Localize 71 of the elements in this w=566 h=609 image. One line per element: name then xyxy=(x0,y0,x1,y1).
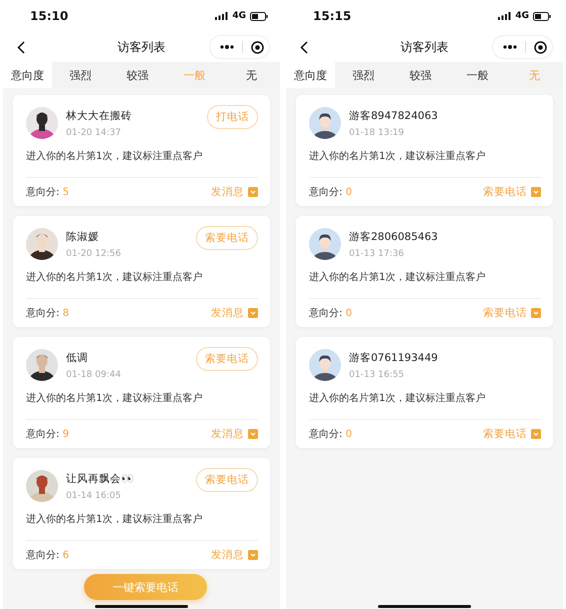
call-button[interactable]: 索要电话 xyxy=(196,468,258,492)
signal-icon xyxy=(215,12,228,20)
call-button[interactable]: 索要电话 xyxy=(196,347,258,371)
footer-action[interactable]: 发消息 xyxy=(211,185,244,199)
capsule-menu[interactable] xyxy=(492,35,553,59)
status-time: 15:10 xyxy=(30,9,68,23)
visit-time: 01-13 17:36 xyxy=(349,248,405,258)
filter-label: 意向度 xyxy=(3,62,52,88)
intent-score: 意向分: 9 xyxy=(26,428,70,441)
filter-tab[interactable]: 较强 xyxy=(109,62,166,88)
visitor-name: 游客8947824063 xyxy=(349,108,439,122)
avatar-icon xyxy=(309,349,341,381)
filter-tab[interactable]: 一般 xyxy=(449,62,506,88)
signal-icon xyxy=(498,12,512,20)
filter-tab[interactable]: 无 xyxy=(506,62,563,88)
intent-score: 意向分: 0 xyxy=(309,306,353,320)
back-icon[interactable] xyxy=(300,40,308,54)
page-title: 访客列表 xyxy=(400,38,450,56)
intent-score: 意向分: 0 xyxy=(309,186,353,199)
more-icon[interactable] xyxy=(220,45,234,49)
footer-action[interactable]: 发消息 xyxy=(211,306,244,320)
visitor-name: 让风再飘会👀 xyxy=(66,472,135,486)
battery-icon xyxy=(250,12,268,20)
visit-message: 进入你的名片第1次，建议标注重点客户 xyxy=(309,393,541,420)
footer-action[interactable]: 发消息 xyxy=(211,427,244,441)
intent-score: 意向分: 8 xyxy=(26,306,70,320)
filter-label: 意向度 xyxy=(286,62,335,88)
visit-time: 01-18 13:19 xyxy=(349,128,405,138)
avatar-icon xyxy=(309,228,341,260)
network-type: 4G xyxy=(232,11,246,21)
call-button[interactable]: 打电话 xyxy=(207,105,258,129)
intent-score: 意向分: 5 xyxy=(26,186,70,199)
filter-tab[interactable]: 较强 xyxy=(392,62,449,88)
visitor-name: 游客2806085463 xyxy=(349,230,439,244)
battery-icon xyxy=(533,12,551,20)
footer-action[interactable]: 发消息 xyxy=(211,548,244,562)
visit-message: 进入你的名片第1次，建议标注重点客户 xyxy=(309,272,541,299)
visit-time: 01-14 16:05 xyxy=(66,490,122,500)
intent-score: 意向分: 0 xyxy=(309,428,353,441)
visit-message: 进入你的名片第1次，建议标注重点客户 xyxy=(26,272,258,299)
visit-time: 01-20 14:37 xyxy=(66,128,122,138)
footer-action[interactable]: 索要电话 xyxy=(483,185,527,199)
avatar-icon xyxy=(309,107,341,139)
filter-tab[interactable]: 一般 xyxy=(166,62,223,88)
footer-action[interactable]: 索要电话 xyxy=(483,427,527,441)
visit-time: 01-18 09:44 xyxy=(66,370,122,380)
intent-score: 意向分: 6 xyxy=(26,548,70,562)
visit-message: 进入你的名片第1次，建议标注重点客户 xyxy=(26,393,258,420)
visitor-name: 低调 xyxy=(66,350,89,364)
status-time: 15:15 xyxy=(313,9,352,23)
filter-tab[interactable]: 强烈 xyxy=(335,62,392,88)
visit-message: 进入你的名片第1次，建议标注重点客户 xyxy=(26,151,258,178)
capsule-menu[interactable] xyxy=(209,35,270,59)
call-button[interactable]: 索要电话 xyxy=(196,226,258,250)
request-all-phones-button[interactable]: 一键索要电话 xyxy=(84,574,207,600)
visit-message: 进入你的名片第1次，建议标注重点客户 xyxy=(309,151,541,178)
visitor-name: 陈淑媛 xyxy=(66,230,100,244)
visit-message: 进入你的名片第1次，建议标注重点客户 xyxy=(26,514,258,541)
filter-tab[interactable]: 强烈 xyxy=(52,62,109,88)
footer-action[interactable]: 索要电话 xyxy=(483,306,527,320)
page-title: 访客列表 xyxy=(116,38,166,56)
visit-time: 01-20 12:56 xyxy=(66,248,122,258)
visitor-name: 林大大在搬砖 xyxy=(66,108,133,122)
visit-time: 01-13 16:55 xyxy=(349,370,405,380)
back-icon[interactable] xyxy=(17,40,25,54)
close-target-icon[interactable] xyxy=(251,40,264,54)
more-icon[interactable] xyxy=(503,45,517,49)
close-target-icon[interactable] xyxy=(534,40,547,54)
filter-tab[interactable]: 无 xyxy=(223,62,280,88)
network-type: 4G xyxy=(515,11,529,21)
visitor-name: 游客0761193449 xyxy=(349,350,439,364)
